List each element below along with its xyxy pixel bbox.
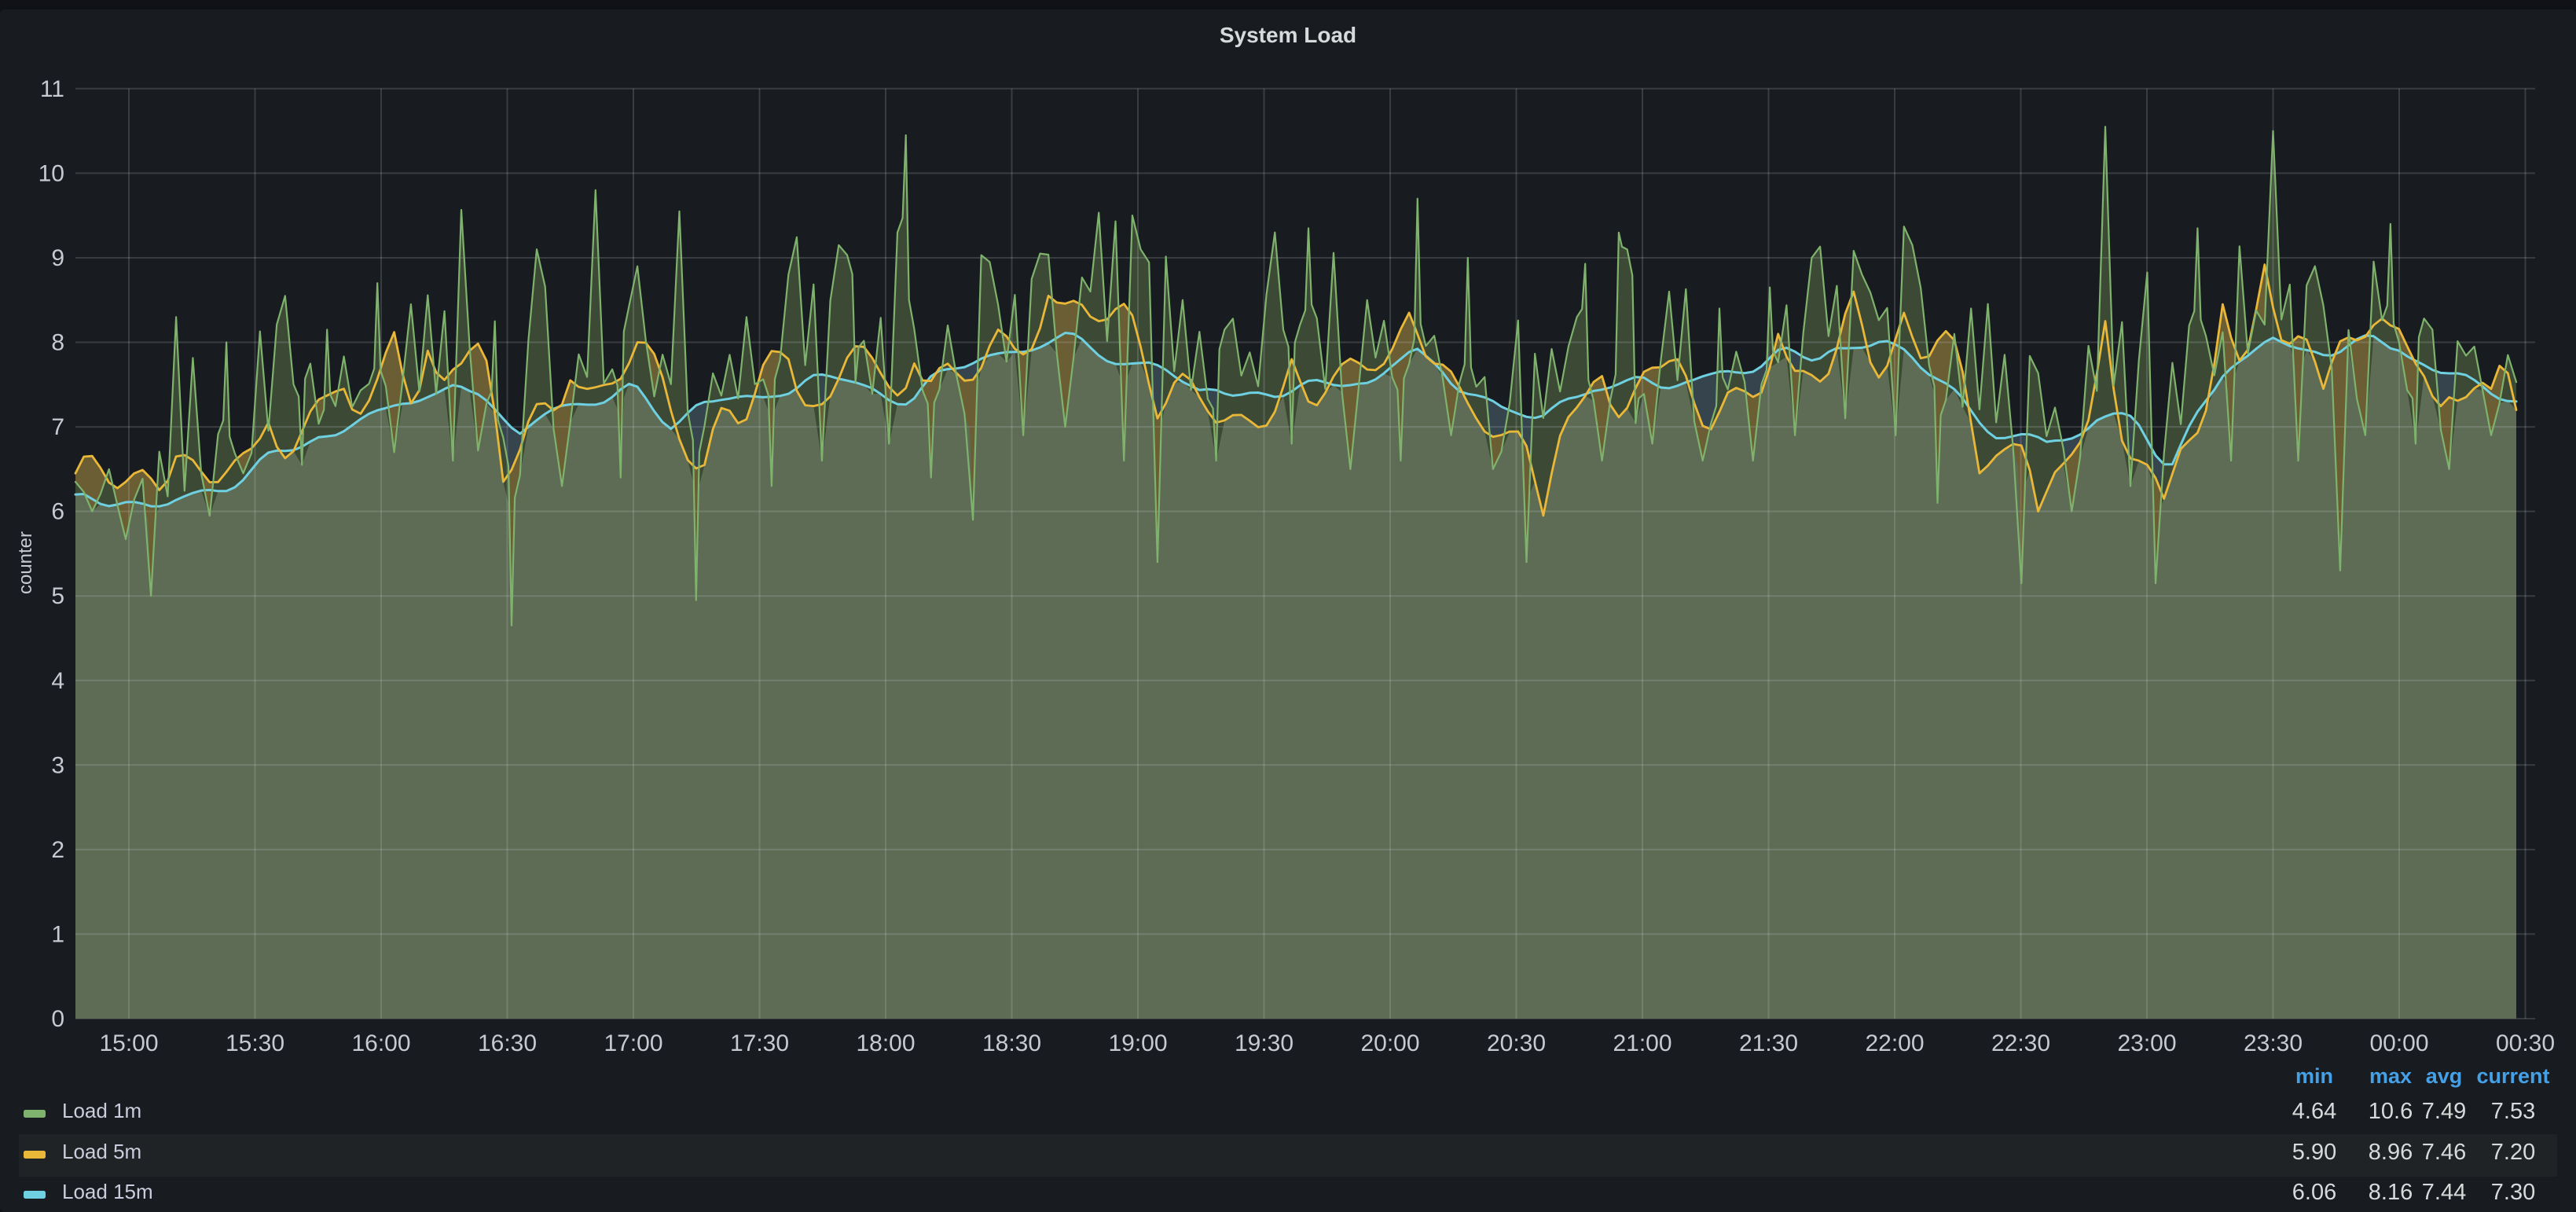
svg-text:00:30: 00:30 <box>2496 1030 2555 1056</box>
svg-text:19:00: 19:00 <box>1108 1030 1167 1056</box>
svg-text:7.20: 7.20 <box>2491 1140 2535 1165</box>
svg-text:7: 7 <box>51 414 64 440</box>
svg-text:19:30: 19:30 <box>1235 1030 1294 1056</box>
svg-text:21:30: 21:30 <box>1739 1030 1798 1056</box>
svg-text:5.90: 5.90 <box>2292 1140 2336 1165</box>
svg-text:15:30: 15:30 <box>226 1030 284 1056</box>
svg-text:15:00: 15:00 <box>99 1030 158 1056</box>
svg-text:Load 5m: Load 5m <box>62 1140 141 1163</box>
svg-text:3: 3 <box>51 752 64 778</box>
svg-text:23:00: 23:00 <box>2117 1030 2176 1056</box>
svg-text:avg: avg <box>2426 1064 2463 1088</box>
svg-text:18:30: 18:30 <box>982 1030 1041 1056</box>
svg-text:16:30: 16:30 <box>478 1030 537 1056</box>
svg-text:22:30: 22:30 <box>1991 1030 2050 1056</box>
svg-text:7.30: 7.30 <box>2491 1180 2535 1205</box>
svg-text:6: 6 <box>51 499 64 525</box>
svg-text:21:00: 21:00 <box>1613 1030 1671 1056</box>
svg-text:2: 2 <box>51 837 64 863</box>
svg-text:1: 1 <box>51 921 64 947</box>
svg-text:min: min <box>2295 1064 2333 1088</box>
svg-text:10: 10 <box>39 160 64 186</box>
svg-text:8: 8 <box>51 330 64 356</box>
svg-text:10.6: 10.6 <box>2369 1099 2413 1124</box>
svg-text:18:00: 18:00 <box>856 1030 915 1056</box>
svg-text:23:30: 23:30 <box>2244 1030 2303 1056</box>
svg-text:max: max <box>2369 1064 2412 1088</box>
svg-text:7.49: 7.49 <box>2422 1099 2466 1124</box>
svg-text:8.96: 8.96 <box>2369 1140 2413 1165</box>
svg-text:8.16: 8.16 <box>2369 1180 2413 1205</box>
svg-text:7.44: 7.44 <box>2422 1180 2466 1205</box>
svg-text:16:00: 16:00 <box>351 1030 410 1056</box>
svg-text:7.46: 7.46 <box>2422 1140 2466 1165</box>
svg-text:System Load: System Load <box>1220 23 1356 47</box>
svg-text:9: 9 <box>51 245 64 271</box>
svg-text:22:00: 22:00 <box>1865 1030 1924 1056</box>
svg-text:7.53: 7.53 <box>2491 1099 2535 1124</box>
svg-text:Load 1m: Load 1m <box>62 1099 141 1122</box>
svg-text:17:30: 17:30 <box>730 1030 789 1056</box>
svg-text:20:00: 20:00 <box>1360 1030 1419 1056</box>
svg-text:11: 11 <box>40 76 64 102</box>
svg-text:counter: counter <box>15 531 36 594</box>
svg-text:current: current <box>2476 1064 2549 1088</box>
svg-text:20:30: 20:30 <box>1487 1030 1546 1056</box>
svg-text:Load 15m: Load 15m <box>62 1180 153 1203</box>
svg-text:4: 4 <box>51 668 64 694</box>
svg-text:0: 0 <box>51 1006 64 1032</box>
svg-text:5: 5 <box>51 583 64 609</box>
svg-text:17:00: 17:00 <box>604 1030 662 1056</box>
svg-text:4.64: 4.64 <box>2292 1099 2336 1124</box>
svg-text:6.06: 6.06 <box>2292 1180 2336 1205</box>
svg-text:00:00: 00:00 <box>2369 1030 2428 1056</box>
